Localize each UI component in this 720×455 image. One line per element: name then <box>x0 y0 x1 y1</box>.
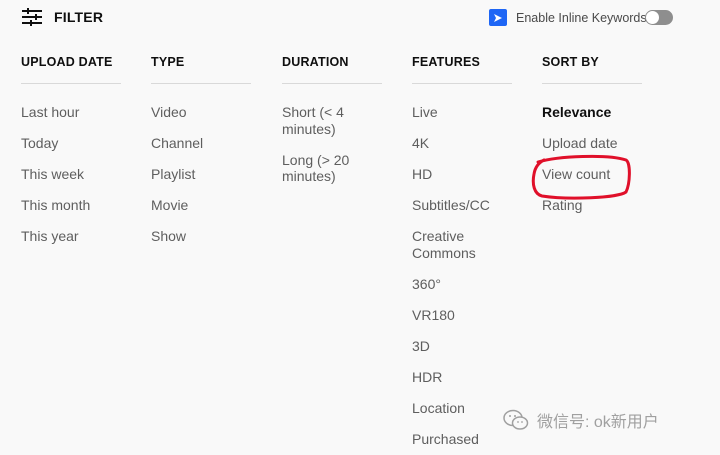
divider <box>151 83 251 84</box>
filter-option[interactable]: 4K <box>412 135 512 152</box>
watermark: 微信号: ok新用户 <box>503 408 659 432</box>
tune-icon <box>22 8 42 26</box>
filter-topbar: FILTER Enable Inline Keywords <box>0 0 720 36</box>
filter-option[interactable]: HD <box>412 166 512 183</box>
extension-play-icon <box>489 9 507 26</box>
filter-group-duration: DURATION Short (< 4 minutes) Long (> 20 … <box>282 55 382 199</box>
divider <box>282 83 382 84</box>
watermark-text: 微信号: ok新用户 <box>537 414 659 431</box>
divider <box>21 83 121 84</box>
wechat-icon <box>503 409 529 430</box>
filter-option[interactable]: Live <box>412 104 512 121</box>
search-filter-panel: FILTER Enable Inline Keywords UPLOAD DAT… <box>0 0 720 455</box>
sort-option-selected[interactable]: Relevance <box>542 104 642 121</box>
filter-option[interactable]: Subtitles/CC <box>412 197 512 214</box>
filter-option[interactable]: Last hour <box>21 104 121 121</box>
filter-option[interactable]: Short (< 4 minutes) <box>282 104 382 137</box>
filter-option[interactable]: 360° <box>412 276 512 293</box>
filter-option[interactable]: Location <box>412 400 512 417</box>
sort-option[interactable]: Upload date <box>542 135 642 152</box>
group-header: DURATION <box>282 55 349 69</box>
filter-option[interactable]: Movie <box>151 197 251 214</box>
group-header: UPLOAD DATE <box>21 55 113 69</box>
filter-option[interactable]: Today <box>21 135 121 152</box>
filter-option[interactable]: Video <box>151 104 251 121</box>
filter-option[interactable]: This year <box>21 228 121 245</box>
filter-option[interactable]: Purchased <box>412 431 512 448</box>
filter-option[interactable]: Playlist <box>151 166 251 183</box>
filter-option[interactable]: VR180 <box>412 307 512 324</box>
sort-option[interactable]: Rating <box>542 197 642 214</box>
filter-option[interactable]: Creative Commons <box>412 228 512 261</box>
group-header: FEATURES <box>412 55 481 69</box>
filter-option[interactable]: This month <box>21 197 121 214</box>
filter-group-type: TYPE Video Channel Playlist Movie Show <box>151 55 251 259</box>
inline-keywords-toggle[interactable] <box>645 10 673 25</box>
filter-group-upload-date: UPLOAD DATE Last hour Today This week Th… <box>21 55 121 259</box>
filter-option[interactable]: This week <box>21 166 121 183</box>
sort-option-view-count[interactable]: View count <box>542 166 642 183</box>
group-header: SORT BY <box>542 55 599 69</box>
filter-button[interactable]: FILTER <box>22 8 103 26</box>
filter-option[interactable]: Long (> 20 minutes) <box>282 152 382 185</box>
divider <box>542 83 642 84</box>
filter-option[interactable]: Channel <box>151 135 251 152</box>
toggle-knob <box>646 11 659 24</box>
filter-group-sort-by: SORT BY Relevance Upload date View count… <box>542 55 642 228</box>
inline-keywords-setting: Enable Inline Keywords <box>489 9 647 26</box>
group-header: TYPE <box>151 55 185 69</box>
filter-option[interactable]: HDR <box>412 369 512 386</box>
inline-keywords-label: Enable Inline Keywords <box>516 10 647 25</box>
filter-label: FILTER <box>54 9 104 25</box>
filter-option[interactable]: 3D <box>412 338 512 355</box>
filter-group-features: FEATURES Live 4K HD Subtitles/CC Creativ… <box>412 55 512 455</box>
divider <box>412 83 512 84</box>
filter-option[interactable]: Show <box>151 228 251 245</box>
